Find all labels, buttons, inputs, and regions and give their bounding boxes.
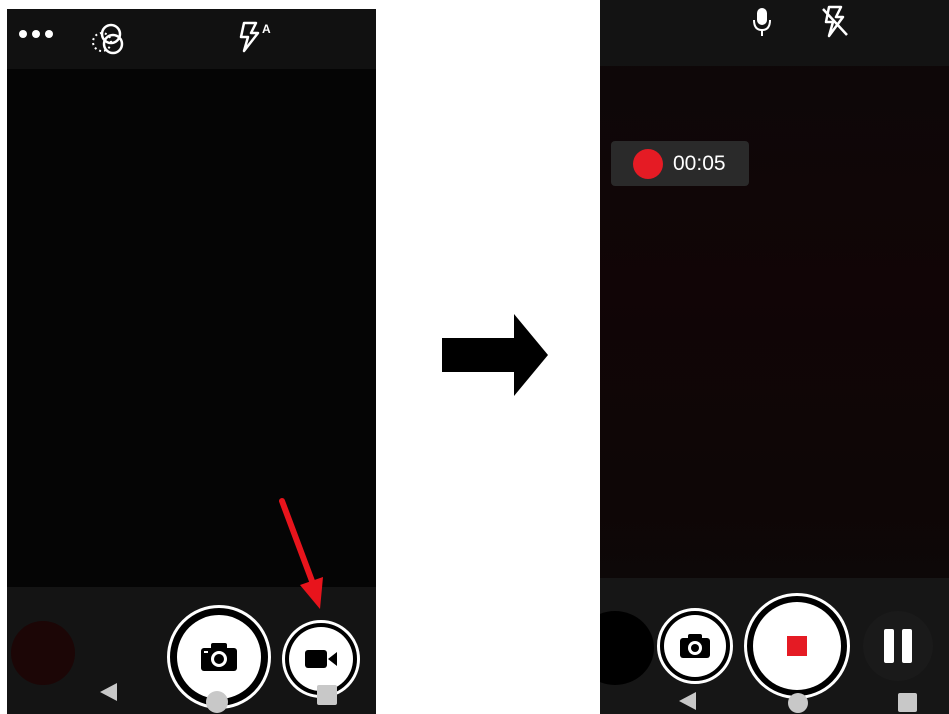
flash-auto-icon[interactable]: A: [234, 19, 276, 55]
recording-indicator: 00:05: [611, 141, 749, 186]
recording-dot-icon: [633, 148, 663, 179]
camera-icon: [678, 632, 712, 660]
recents-nav-icon[interactable]: [898, 693, 917, 712]
top-toolbar: [7, 9, 376, 69]
recording-timer: 00:05: [673, 151, 726, 175]
pause-icon: [881, 627, 915, 665]
home-nav-icon[interactable]: [206, 691, 228, 713]
recents-nav-icon[interactable]: [317, 685, 337, 705]
red-arrow-annotation-icon: [262, 495, 332, 615]
flash-off-icon[interactable]: [820, 4, 850, 40]
left-camera-screen: A: [7, 9, 376, 714]
home-nav-icon[interactable]: [788, 693, 808, 713]
gallery-thumbnail[interactable]: [11, 621, 75, 685]
svg-text:A: A: [262, 22, 271, 36]
more-dots-icon[interactable]: [17, 27, 55, 41]
right-recording-screen: 00:05: [600, 0, 949, 714]
top-toolbar: [600, 0, 949, 66]
back-nav-icon[interactable]: [676, 690, 698, 712]
back-nav-icon[interactable]: [97, 681, 119, 703]
pause-button[interactable]: [863, 611, 933, 681]
camera-icon: [199, 641, 239, 673]
right-arrow-icon: [440, 312, 550, 398]
video-camera-icon: [304, 648, 338, 670]
microphone-icon[interactable]: [751, 6, 773, 38]
snapshot-button[interactable]: [657, 608, 733, 684]
stop-recording-button[interactable]: [744, 593, 850, 699]
stop-icon: [787, 636, 807, 656]
filter-effects-icon[interactable]: [89, 22, 129, 56]
